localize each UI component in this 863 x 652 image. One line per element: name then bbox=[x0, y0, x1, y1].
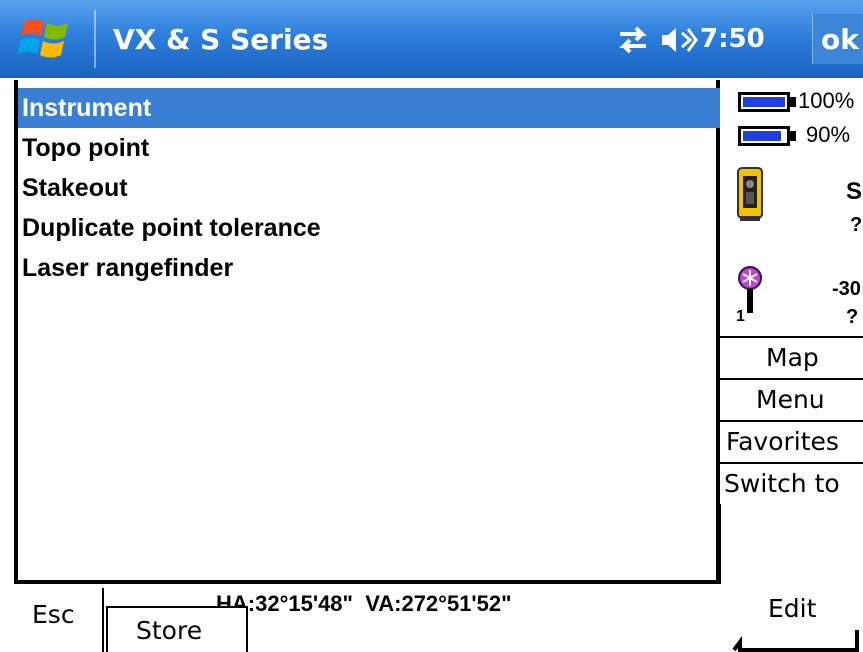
battery-1-icon bbox=[738, 92, 790, 112]
switch-to-button[interactable]: Switch to bbox=[720, 462, 863, 504]
total-station-icon bbox=[737, 167, 763, 221]
target-status-value: ? bbox=[846, 306, 859, 328]
list-item-instrument[interactable]: Instrument bbox=[18, 88, 720, 128]
enter-bracket-icon bbox=[732, 630, 859, 652]
instrument-status-label: S bbox=[846, 178, 863, 205]
title-divider bbox=[94, 10, 96, 68]
windows-start-icon[interactable] bbox=[18, 14, 74, 64]
battery-1-percent: 100% bbox=[798, 88, 855, 113]
instrument-status-value: ? bbox=[850, 214, 863, 236]
ok-button[interactable]: ok bbox=[812, 14, 863, 64]
list-item-topo-point[interactable]: Topo point bbox=[18, 128, 720, 168]
battery-2-icon bbox=[738, 126, 790, 146]
list-item-duplicate-point-tolerance[interactable]: Duplicate point tolerance bbox=[18, 208, 720, 248]
map-button[interactable]: Map bbox=[720, 336, 863, 378]
settings-list: Instrument Topo point Stakeout Duplicate… bbox=[14, 80, 720, 584]
window-title: VX & S Series bbox=[113, 23, 329, 56]
angle-readout: HA:32°15'48" VA:272°51'52" bbox=[216, 591, 512, 616]
connectivity-arrows-icon[interactable] bbox=[616, 26, 650, 54]
status-panel[interactable]: 100% 90% S ? 1 -30 ? bbox=[720, 80, 863, 336]
target-number: 1 bbox=[736, 308, 745, 325]
menu-button[interactable]: Menu bbox=[720, 378, 863, 420]
list-item-stakeout[interactable]: Stakeout bbox=[18, 168, 720, 208]
clock[interactable]: 7:50 bbox=[700, 24, 765, 54]
esc-button[interactable]: Esc bbox=[14, 588, 104, 652]
battery-2-tip bbox=[790, 131, 796, 141]
speaker-icon[interactable] bbox=[660, 25, 698, 55]
target-status-label: -30 bbox=[832, 278, 861, 300]
battery-2-percent: 90% bbox=[806, 122, 851, 147]
list-item-laser-rangefinder[interactable]: Laser rangefinder bbox=[18, 248, 720, 288]
store-button[interactable]: Store bbox=[106, 606, 248, 652]
battery-1-tip bbox=[790, 97, 796, 107]
favorites-button[interactable]: Favorites bbox=[720, 420, 863, 462]
